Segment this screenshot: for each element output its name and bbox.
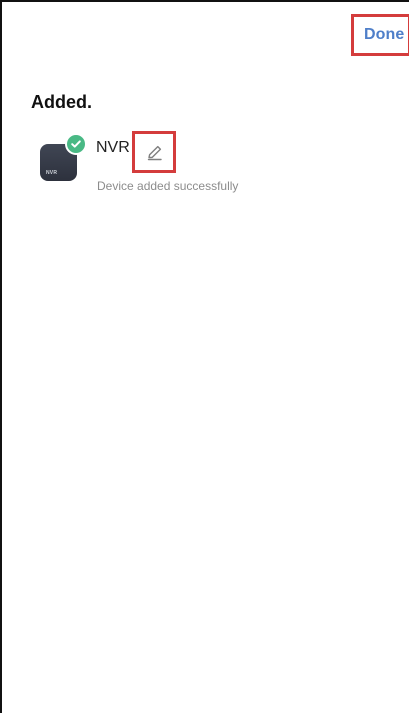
page-title: Added. — [31, 92, 92, 112]
device-added-screen: Done Added. NVR NVR Device added success… — [0, 0, 409, 713]
check-icon — [65, 133, 87, 155]
device-thumbnail-label: NVR — [46, 170, 58, 176]
pencil-icon — [147, 145, 162, 160]
done-label: Done — [364, 26, 405, 43]
done-button[interactable]: Done — [351, 14, 409, 56]
device-name: NVR — [96, 139, 130, 156]
edit-name-button[interactable] — [132, 131, 176, 173]
device-status-text: Device added successfully — [97, 179, 239, 193]
